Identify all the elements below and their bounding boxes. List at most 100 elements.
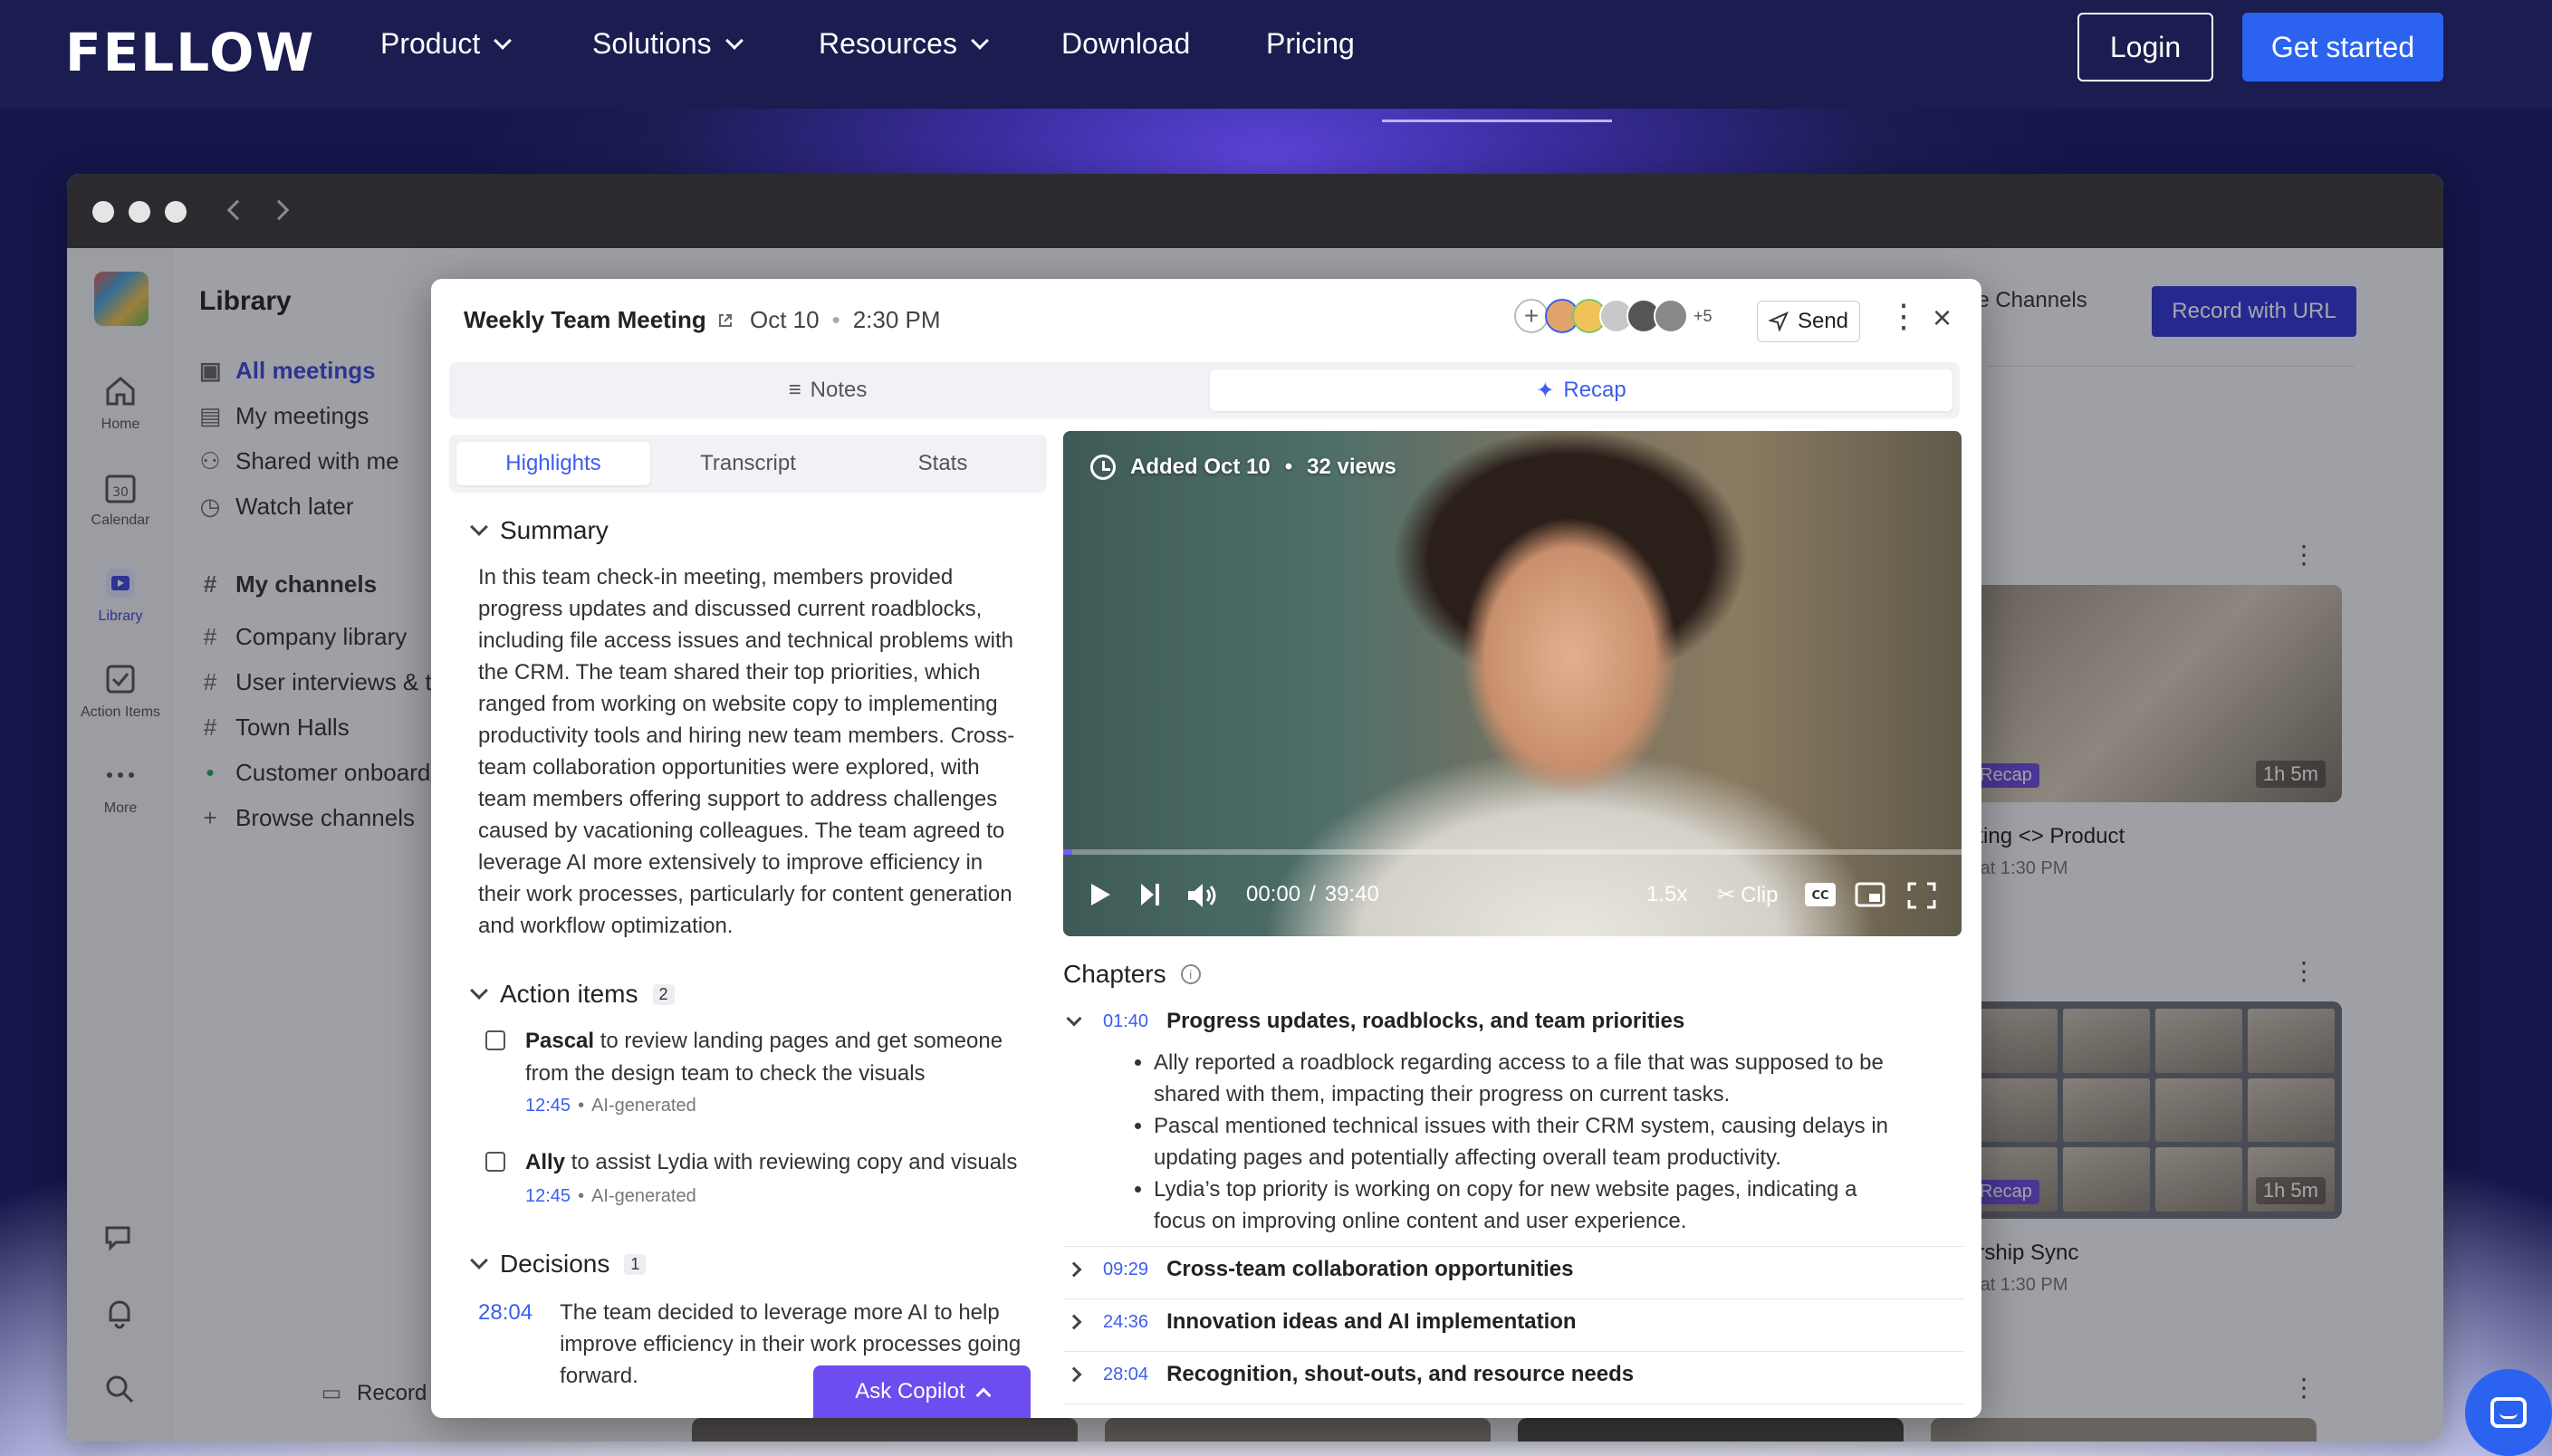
info-icon[interactable]: i (1180, 964, 1201, 984)
separator-dot: • (578, 1186, 585, 1206)
separator-dot: • (831, 306, 840, 333)
more-attendees-count[interactable]: +5 (1693, 307, 1713, 326)
send-button[interactable]: Send (1757, 301, 1860, 342)
playback-speed-button[interactable]: 1.5x (1646, 882, 1687, 907)
tab-notes[interactable]: ≡ Notes (456, 369, 1199, 411)
site-header: FELLOW Product Solutions Resources Downl… (0, 0, 2552, 109)
chat-icon (2490, 1397, 2527, 1428)
chapter-row[interactable]: 09:29 Cross-team collaboration opportuni… (1063, 1257, 1962, 1282)
chapter-bullets: Ally reported a roadblock regarding acce… (1128, 1047, 1907, 1237)
meeting-time: 2:30 PM (852, 306, 941, 333)
nav-active-underline (1382, 120, 1612, 122)
forward-arrow-icon[interactable] (268, 199, 290, 221)
notes-icon: ≡ (788, 378, 801, 402)
chapters-heading: Chapters i (1063, 960, 1201, 989)
chapter-title: Progress updates, roadblocks, and team p… (1166, 1009, 1685, 1033)
chapter-bullet: Ally reported a roadblock regarding acce… (1154, 1047, 1907, 1110)
nav-download[interactable]: Download (1061, 27, 1190, 61)
summary-heading[interactable]: Summary (470, 516, 609, 545)
attendee-avatars[interactable]: + +5 (1514, 299, 1713, 333)
video-player[interactable]: Added Oct 10 • 32 views 00:00 / 39:40 1.… (1063, 431, 1962, 936)
separator-dot: • (578, 1096, 585, 1116)
fullscreen-icon[interactable] (1907, 882, 1936, 909)
chevron-right-icon (1066, 1366, 1082, 1383)
video-info: Added Oct 10 • 32 views (1090, 455, 1396, 480)
chapter-bullet: Pascal mentioned technical issues with t… (1154, 1110, 1907, 1173)
back-arrow-icon[interactable] (226, 199, 248, 221)
recap-tabs: Highlights Transcript Stats (449, 435, 1047, 493)
nav-product-label: Product (380, 27, 481, 60)
action-item-meta: 12:45 • AI-generated (525, 1096, 696, 1116)
action-item-timestamp[interactable]: 12:45 (525, 1096, 571, 1116)
video-progress-fill (1063, 849, 1072, 855)
tab-recap[interactable]: ✦ Recap (1210, 369, 1952, 411)
window-dot-minimize[interactable] (129, 201, 150, 223)
divider (1063, 1351, 1963, 1352)
login-button[interactable]: Login (2077, 13, 2213, 81)
add-attendee-icon[interactable]: + (1514, 299, 1549, 333)
tab-recap-label: Recap (1563, 378, 1626, 402)
action-items-heading-label: Action items (500, 980, 638, 1008)
skip-next-icon[interactable] (1139, 882, 1161, 907)
play-icon[interactable] (1089, 882, 1112, 907)
video-duration: 39:40 (1324, 882, 1379, 906)
send-icon (1768, 311, 1789, 331)
ask-copilot-button[interactable]: Ask Copilot (813, 1365, 1031, 1418)
notes-recap-switch: ≡ Notes ✦ Recap (449, 362, 1960, 418)
ai-generated-tag: AI-generated (591, 1096, 696, 1116)
chapter-title: Recognition, shout-outs, and resource ne… (1166, 1362, 1635, 1386)
chat-widget-button[interactable] (2465, 1369, 2552, 1456)
close-icon[interactable]: × (1933, 299, 1952, 337)
video-progress-bar[interactable] (1063, 849, 1962, 855)
clip-button[interactable]: ✂ Clip (1717, 882, 1778, 908)
action-item-timestamp[interactable]: 12:45 (525, 1186, 571, 1207)
action-item-body: to assist Lydia with reviewing copy and … (571, 1150, 1018, 1174)
nav-pricing-label: Pricing (1266, 27, 1355, 60)
action-item-checkbox[interactable] (485, 1152, 505, 1172)
chapter-timestamp[interactable]: 28:04 (1103, 1365, 1148, 1385)
tab-transcript[interactable]: Transcript (651, 442, 845, 485)
ask-copilot-label: Ask Copilot (855, 1379, 965, 1403)
action-item-owner: Pascal (525, 1029, 595, 1053)
action-item-checkbox[interactable] (485, 1030, 505, 1050)
chapter-timestamp[interactable]: 01:40 (1103, 1011, 1148, 1032)
chevron-right-icon (1066, 1314, 1082, 1330)
action-items-heading[interactable]: Action items 2 (470, 980, 675, 1009)
nav-pricing[interactable]: Pricing (1266, 27, 1355, 61)
chapter-title: Cross-team collaboration opportunities (1166, 1257, 1574, 1281)
tab-stats[interactable]: Stats (846, 442, 1040, 485)
chevron-down-icon (724, 31, 744, 50)
captions-icon[interactable]: CC (1804, 882, 1837, 907)
decisions-heading[interactable]: Decisions 1 (470, 1250, 647, 1279)
chapter-row[interactable]: 24:36 Innovation ideas and AI implementa… (1063, 1309, 1962, 1335)
chapter-row[interactable]: 01:40 Progress updates, roadblocks, and … (1063, 1009, 1962, 1034)
picture-in-picture-icon[interactable] (1855, 882, 1885, 907)
decision-timestamp[interactable]: 28:04 (478, 1297, 532, 1392)
window-dot-maximize[interactable] (165, 201, 187, 223)
external-link-icon[interactable] (717, 312, 734, 329)
chapter-row[interactable]: 28:04 Recognition, shout-outs, and resou… (1063, 1362, 1962, 1387)
time-separator: / (1310, 882, 1316, 906)
volume-icon[interactable] (1186, 882, 1219, 909)
get-started-button[interactable]: Get started (2242, 13, 2443, 81)
action-items-count: 2 (652, 983, 675, 1005)
avatar[interactable] (1654, 299, 1688, 333)
window-dot-close[interactable] (92, 201, 114, 223)
chevron-down-icon (971, 31, 989, 50)
tab-highlights[interactable]: Highlights (456, 442, 650, 485)
video-current-time: 00:00 (1246, 882, 1301, 906)
meeting-datetime: Oct 10 • 2:30 PM (750, 306, 941, 334)
nav-resources[interactable]: Resources (819, 27, 989, 61)
nav-resources-label: Resources (819, 27, 957, 60)
divider (1063, 1246, 1963, 1247)
nav-product[interactable]: Product (380, 27, 513, 61)
video-added: Added Oct 10 (1130, 455, 1271, 479)
nav-solutions[interactable]: Solutions (592, 27, 744, 61)
action-item-owner: Ally (525, 1150, 566, 1174)
chapter-timestamp[interactable]: 09:29 (1103, 1260, 1148, 1280)
chapter-timestamp[interactable]: 24:36 (1103, 1312, 1148, 1333)
summary-heading-label: Summary (500, 516, 609, 544)
more-options-icon[interactable]: ⋮ (1887, 297, 1920, 335)
meeting-title[interactable]: Weekly Team Meeting (464, 306, 734, 334)
fellow-logo[interactable]: FELLOW (65, 22, 315, 83)
